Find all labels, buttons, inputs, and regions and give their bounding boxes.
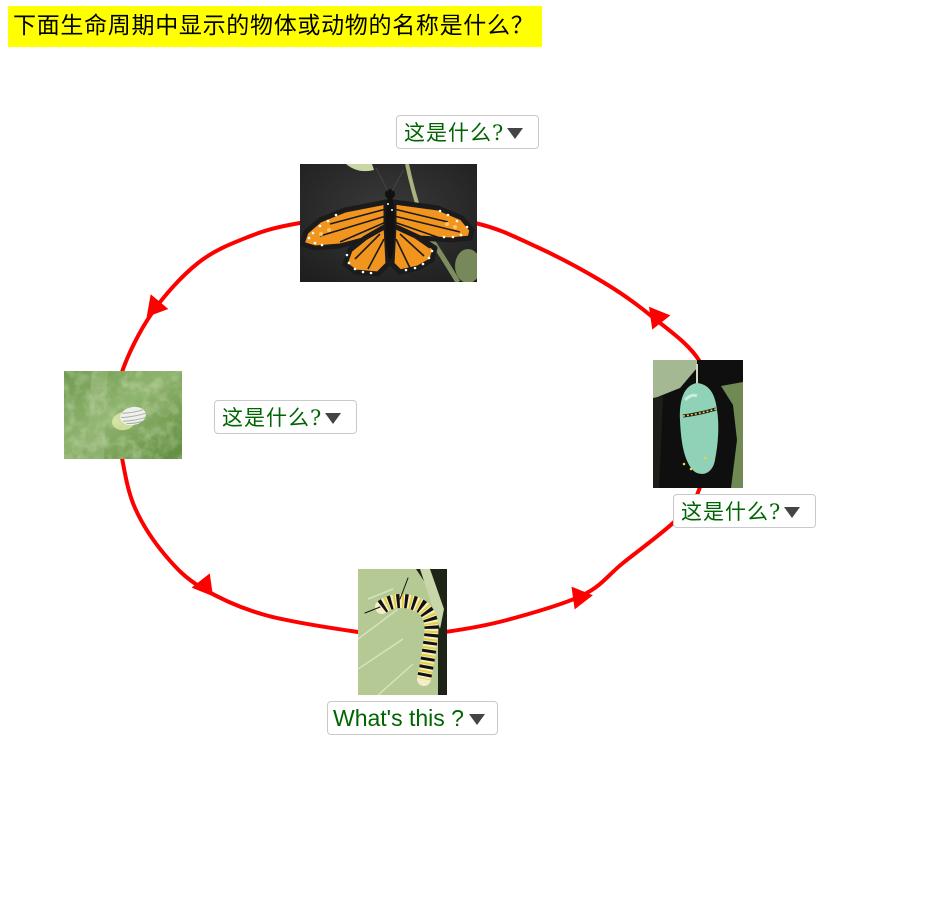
caterpillar-answer-dropdown[interactable]: What's this ? <box>327 701 498 735</box>
egg-answer-dropdown[interactable]: 这是什么? <box>214 400 357 434</box>
dropdown-selected-value: 这是什么? <box>681 500 782 524</box>
dropdown-selected-value: 这是什么? <box>404 121 505 145</box>
cycle-arrow-egg-to-caterpillar <box>191 573 214 597</box>
monarch-butterfly-photo <box>300 164 477 282</box>
caterpillar-photo <box>358 569 447 695</box>
chrysalis-answer-dropdown[interactable]: 这是什么? <box>673 494 816 528</box>
caret-down-icon[interactable] <box>507 128 524 139</box>
caret-down-icon[interactable] <box>784 507 801 518</box>
butterfly-answer-dropdown[interactable]: 这是什么? <box>396 115 539 149</box>
chrysalis-photo <box>653 360 743 488</box>
cycle-arrow-caterpillar-to-chrysalis <box>571 586 593 610</box>
dropdown-selected-value: 这是什么? <box>222 406 323 430</box>
caret-down-icon[interactable] <box>468 714 485 725</box>
caret-down-icon[interactable] <box>325 413 342 424</box>
egg-on-leaf-photo <box>64 371 182 459</box>
dropdown-selected-value: What's this ? <box>333 704 464 731</box>
cycle-arrows <box>146 294 671 610</box>
